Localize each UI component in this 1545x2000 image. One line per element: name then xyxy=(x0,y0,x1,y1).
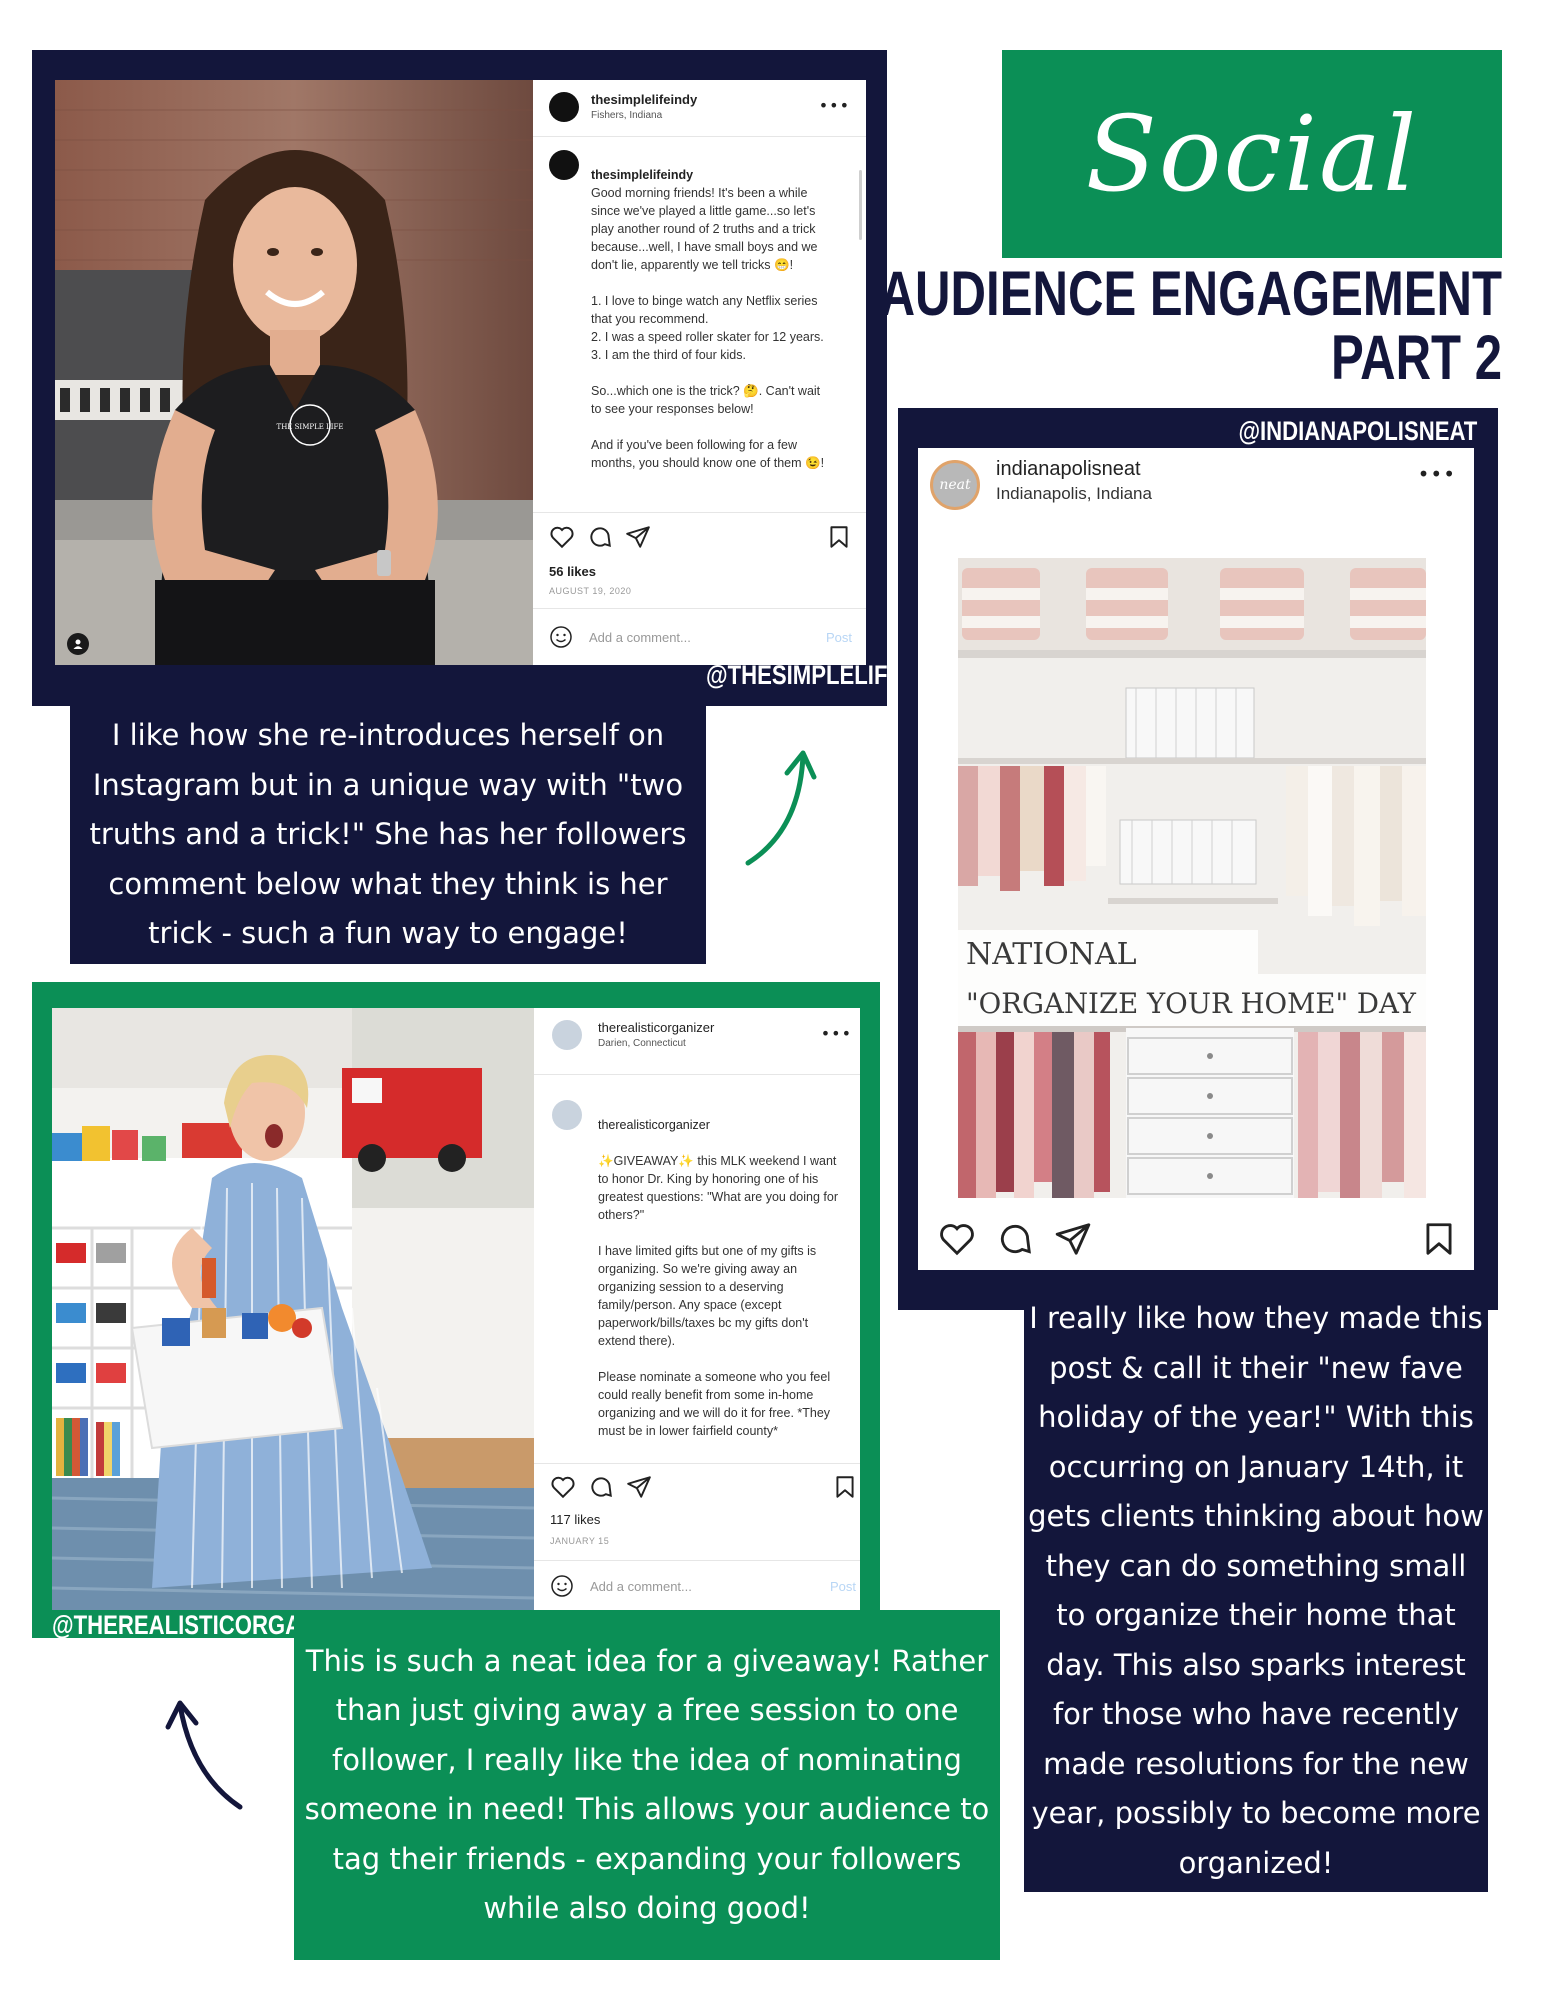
post1-date: AUGUST 19, 2020 xyxy=(549,586,632,596)
user-tag-icon[interactable] xyxy=(67,633,89,655)
post1-add-comment-input[interactable]: Add a comment... xyxy=(589,630,691,645)
post3-date: JANUARY 15 xyxy=(550,1536,610,1546)
share-icon[interactable] xyxy=(625,524,651,550)
image-text-line1: NATIONAL xyxy=(966,937,1137,972)
post2-avatar-text: neat xyxy=(939,477,971,493)
post1-scrollbar[interactable] xyxy=(859,170,862,240)
post2-location[interactable]: Indianapolis, Indiana xyxy=(996,484,1152,504)
post3-avatar[interactable] xyxy=(552,1020,582,1050)
emoji-icon[interactable] xyxy=(549,625,573,649)
post2-instagram-card: neat indianapolisneat Indianapolis, Indi… xyxy=(918,448,1474,1270)
post1-username[interactable]: thesimplelifeindy xyxy=(591,92,697,107)
post3-post-button[interactable]: Post xyxy=(830,1579,856,1594)
post3-commentary: This is such a neat idea for a giveaway!… xyxy=(294,1610,1000,1960)
more-icon[interactable]: ••• xyxy=(821,1024,852,1043)
comment-icon[interactable] xyxy=(996,1220,1034,1258)
post1-photo: THE SIMPLE LIFE xyxy=(55,80,533,665)
post2-commentary: I really like how they made this post & … xyxy=(1024,1290,1488,1892)
post1-post-button[interactable]: Post xyxy=(826,630,852,645)
post3-caption-text: ✨GIVEAWAY✨ this MLK weekend I want to ho… xyxy=(598,1154,838,1438)
social-script-title: Social xyxy=(1085,93,1419,215)
post1-avatar[interactable] xyxy=(549,92,579,122)
title-line-2: PART 2 xyxy=(1330,323,1502,393)
bookmark-icon[interactable] xyxy=(1420,1220,1458,1258)
page-title: AUDIENCE ENGAGEMENT PART 2 xyxy=(880,262,1502,390)
post2-username[interactable]: indianapolisneat xyxy=(996,458,1141,481)
comment-icon[interactable] xyxy=(587,524,613,550)
post1-location[interactable]: Fishers, Indiana xyxy=(591,110,662,121)
post3-location[interactable]: Darien, Connecticut xyxy=(598,1038,686,1049)
post3-instagram-card: therealisticorganizer Darien, Connecticu… xyxy=(534,1008,860,1610)
arrow-up-icon xyxy=(745,750,817,866)
post1-caption-avatar xyxy=(549,150,579,180)
post3-likes[interactable]: 117 likes xyxy=(550,1512,600,1527)
post1-likes[interactable]: 56 likes xyxy=(549,564,596,579)
post1-handle: @THESIMPLELIFE xyxy=(706,660,903,690)
post1-instagram-card: thesimplelifeindy Fishers, Indiana ••• t… xyxy=(533,80,866,665)
post3-add-comment-input[interactable]: Add a comment... xyxy=(590,1579,692,1594)
heart-icon[interactable] xyxy=(550,1474,576,1500)
post3-caption-avatar xyxy=(552,1100,582,1130)
post1-header-divider xyxy=(533,136,866,137)
post1-caption: thesimplelifeindy Good morning friends! … xyxy=(591,148,831,588)
post1-comment-divider xyxy=(533,608,866,609)
post2-image: NATIONAL "ORGANIZE YOUR HOME" DAY xyxy=(958,558,1426,1198)
bookmark-icon[interactable] xyxy=(832,1474,858,1500)
comment-icon[interactable] xyxy=(588,1474,614,1500)
more-icon[interactable]: ••• xyxy=(819,96,850,115)
post2-handle: @INDIANAPOLISNEAT xyxy=(1238,416,1477,446)
post3-comment-divider xyxy=(534,1560,860,1561)
more-icon[interactable]: ••• xyxy=(1418,462,1456,486)
image-text-line2: "ORGANIZE YOUR HOME" DAY xyxy=(966,987,1416,1020)
post3-actions-divider xyxy=(534,1463,860,1464)
post1-caption-text: Good morning friends! It's been a while … xyxy=(591,186,825,470)
emoji-icon[interactable] xyxy=(550,1574,574,1598)
post3-caption-user: therealisticorganizer xyxy=(598,1118,710,1132)
closet-image-art: NATIONAL "ORGANIZE YOUR HOME" DAY xyxy=(958,558,1426,1198)
heart-icon[interactable] xyxy=(549,524,575,550)
post3-caption: therealisticorganizer ✨GIVEAWAY✨ this ML… xyxy=(598,1098,844,1460)
arrow-curve-icon xyxy=(165,1700,243,1810)
share-icon[interactable] xyxy=(626,1474,652,1500)
post3-photo xyxy=(52,1008,534,1610)
post3-photo-art xyxy=(52,1008,534,1610)
post1-commentary: I like how she re-introduces herself on … xyxy=(70,706,706,964)
bookmark-icon[interactable] xyxy=(826,524,852,550)
post1-caption-user: thesimplelifeindy xyxy=(591,168,694,182)
post3-username[interactable]: therealisticorganizer xyxy=(598,1020,714,1035)
post1-actions-divider xyxy=(533,512,866,513)
heart-icon[interactable] xyxy=(938,1220,976,1258)
shirt-logo-text: THE SIMPLE LIFE xyxy=(277,423,344,431)
social-title-box: Social xyxy=(1002,50,1502,258)
share-icon[interactable] xyxy=(1054,1220,1092,1258)
post3-header-divider xyxy=(534,1074,860,1075)
title-line-1: AUDIENCE ENGAGEMENT xyxy=(879,259,1502,329)
post1-photo-art: THE SIMPLE LIFE xyxy=(55,80,533,665)
post2-avatar[interactable]: neat xyxy=(930,460,980,510)
